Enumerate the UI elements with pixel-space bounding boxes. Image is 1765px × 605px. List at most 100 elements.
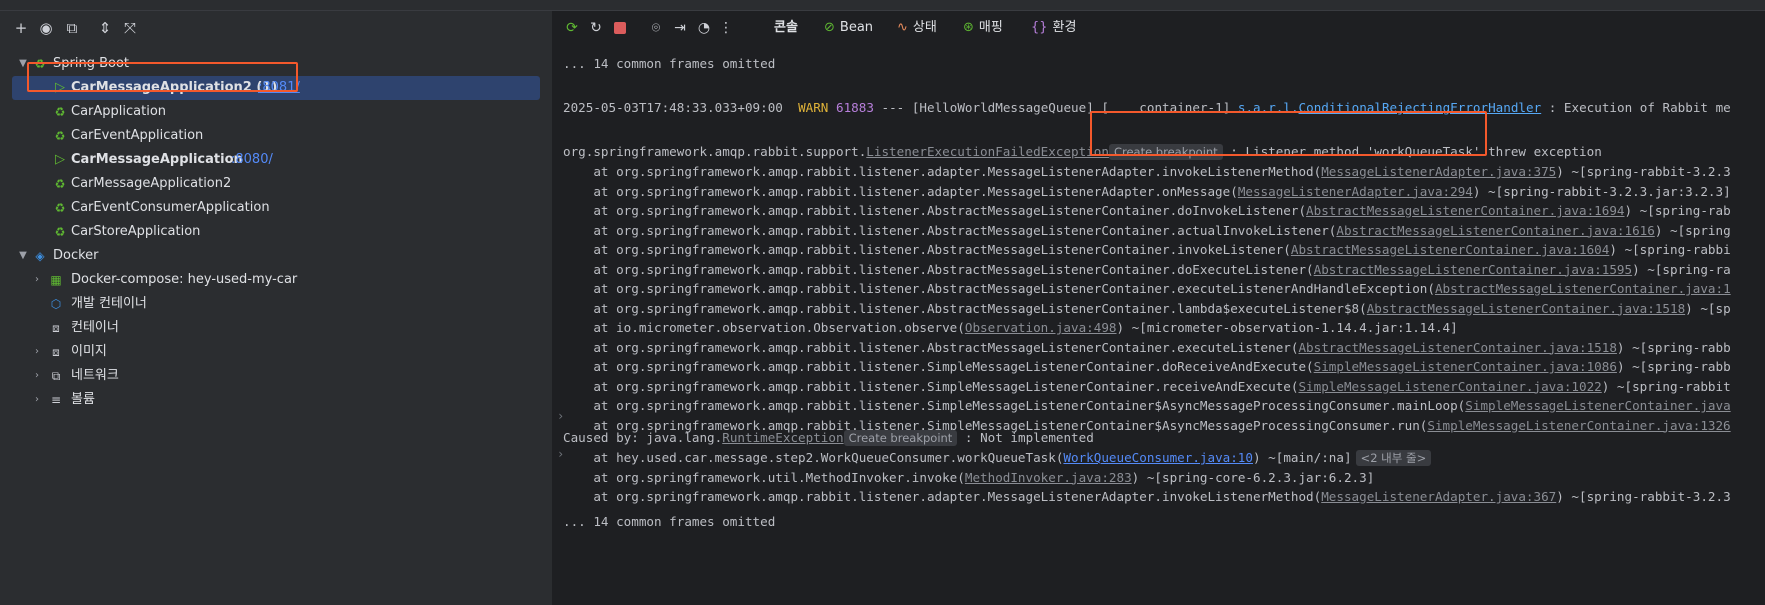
chevron-right-icon[interactable]: › [30,388,44,412]
stack-frame-method: at org.springframework.amqp.rabbit.liste… [563,261,1314,277]
source-file-link[interactable]: MessageListenerAdapter.java:294 [1238,184,1473,199]
chevron-right-icon[interactable]: › [30,268,44,292]
source-file-link[interactable]: SimpleMessageListenerContainer.java [1465,398,1730,413]
cube-icon: ⬡ [50,297,62,311]
stack-frame-method: at org.springframework.amqp.rabbit.liste… [563,378,1299,394]
tree-item-app-0[interactable]: ▷ CarMessageApplication2 (1) :8081/ [12,76,540,100]
tree-item-networks[interactable]: › ⧉ 네트워크 [12,364,540,388]
tree-item-app-4[interactable]: ♻ CarMessageApplication2 [12,172,540,196]
health-icon: ∿ [897,20,908,35]
source-file-link[interactable]: AbstractMessageListenerContainer.java:15… [1298,340,1616,355]
stack-frame-jar: ) ~[spring-rabbit [1601,378,1731,394]
spring-boot-icon: ♻ [34,57,46,71]
exception-message: : Listener method 'workQueueTask' threw … [1222,144,1602,159]
spring-app-icon: ♻ [54,105,66,119]
source-file-link[interactable]: SimpleMessageListenerContainer.java:1326 [1427,418,1730,433]
folded-lines-badge[interactable]: <2 내부 줄> [1355,450,1432,466]
source-file-link[interactable]: AbstractMessageListenerContainer.java:15… [1367,301,1685,316]
rerun-debug-icon[interactable]: ↻ [587,19,605,37]
stack-frame-method: at org.springframework.amqp.rabbit.liste… [563,359,1314,374]
source-file-link[interactable]: AbstractMessageListenerContainer.java:1 [1435,281,1731,296]
exception-package: org.springframework.amqp.rabbit.support. [563,144,867,159]
tree-item-docker-compose[interactable]: › ▦ Docker-compose: hey-used-my-car [12,268,540,292]
new-window-icon[interactable]: ⧉ [63,19,81,37]
tree-group-label: Docker [53,248,99,263]
fold-arrow-icon[interactable]: › [557,409,564,423]
expand-all-icon[interactable]: ⇕ [96,19,114,37]
source-file-link[interactable]: AbstractMessageListenerContainer.java:16… [1306,203,1624,218]
more-icon[interactable]: ⋮ [717,19,735,37]
chevron-right-icon[interactable]: › [30,340,44,364]
bean-icon: ⊘ [824,20,835,35]
tab-console[interactable]: 콘솔 [774,17,798,39]
stack-frame-method: at org.springframework.amqp.rabbit.liste… [563,164,1322,179]
exception-class-link[interactable]: ListenerExecutionFailedException [866,144,1109,159]
stack-frame-method: at org.springframework.amqp.rabbit.liste… [563,281,1435,296]
tree-item-app-2[interactable]: ♻ CarEventApplication [12,124,540,148]
tree-item-label: 개발 컨테이너 [71,296,147,311]
stack-frame-jar: ) ~[spring-ra [1632,261,1731,277]
add-icon[interactable]: + [12,19,30,37]
chevron-down-icon[interactable]: ▼ [16,52,30,76]
source-file-link[interactable]: SimpleMessageListenerContainer.java:1022 [1298,379,1601,394]
tab-environment[interactable]: {} 환경 [1031,17,1076,39]
app-port-link[interactable]: :8080/ [231,148,273,172]
caused-by-class-link[interactable]: RuntimeException [722,430,843,445]
docker-compose-icon: ▦ [50,273,62,287]
create-breakpoint-button[interactable]: Create breakpoint [843,430,958,446]
tree-item-images[interactable]: › ⧈ 이미지 [12,340,540,364]
source-file-link[interactable]: WorkQueueConsumer.java:10 [1063,450,1253,465]
create-breakpoint-button[interactable]: Create breakpoint [1108,144,1223,160]
tree-group-docker[interactable]: ▼ ◈ Docker [12,244,540,268]
gauge-icon[interactable]: ◔ [695,19,713,37]
collapse-all-icon[interactable]: ⤧ [121,19,139,37]
docker-icon: ◈ [35,249,45,263]
source-file-link[interactable]: AbstractMessageListenerContainer.java:16… [1336,223,1654,238]
stack-frame-jar: ) ~[spring-rabb [1616,359,1731,374]
source-file-link[interactable]: MethodInvoker.java:283 [965,470,1132,485]
source-file-link[interactable]: MessageListenerAdapter.java:375 [1321,164,1556,179]
camera-icon[interactable]: ⌾ [647,19,665,37]
tree-item-label: 이미지 [71,344,107,359]
tree-group-spring-boot[interactable]: ▼ ♻ Spring Boot [12,52,540,76]
log-line-caused-by: Caused by: java.lang.RuntimeException Cre… [563,427,1094,449]
stack-frame-jar: ) ~[spring-rabbit-3.2.3 [1556,489,1731,504]
app-port-link[interactable]: :8081/ [258,76,300,100]
omitted-frames-text: ... 14 common frames omitted [563,56,776,71]
tab-mapping[interactable]: ⊛ 매핑 [963,17,1003,39]
rerun-icon[interactable]: ⟳ [563,19,581,37]
exit-icon[interactable]: ⇥ [671,19,689,37]
tree-item-volumes[interactable]: › ≡ 볼륨 [12,388,540,412]
stop-icon[interactable] [611,19,629,37]
stack-frame-method: at org.springframework.amqp.rabbit.liste… [563,300,1367,316]
tab-label: 매핑 [978,20,1003,35]
source-file-link[interactable]: AbstractMessageListenerContainer.java:15… [1314,262,1632,277]
run-icon: ▷ [55,80,65,95]
stack-frame-jar: ) ~[micrometer-observation-1.14.4.jar:1.… [1116,320,1458,335]
source-file-link[interactable]: SimpleMessageListenerContainer.java:1086 [1314,359,1617,374]
logger-link[interactable]: ConditionalRejectingErrorHandler [1299,100,1542,115]
tree-item-app-5[interactable]: ♻ CarEventConsumerApplication [12,196,540,220]
stack-frame-method: at org.springframework.amqp.rabbit.liste… [563,339,1299,355]
tree-item-dev-containers[interactable]: ⬡ 개발 컨테이너 [12,292,540,316]
tab-health[interactable]: ∿ 상태 [897,17,937,39]
tree-item-app-6[interactable]: ♻ CarStoreApplication [12,220,540,244]
app-name: CarMessageApplication [71,152,243,167]
app-name: CarStoreApplication [71,224,201,239]
eye-icon[interactable]: ◉ [37,19,55,37]
database-icon: ≡ [50,393,62,407]
chevron-right-icon[interactable]: › [30,364,44,388]
source-file-link[interactable]: Observation.java:498 [965,320,1117,335]
tree-item-app-1[interactable]: ♻ CarApplication [12,100,540,124]
log-timestamp: 2025-05-03T17:48:33.033+09:00 [563,100,783,115]
tab-label: Bean [839,20,874,35]
tab-bean[interactable]: ⊘ Bean [824,17,873,39]
source-file-link[interactable]: MessageListenerAdapter.java:367 [1321,489,1556,504]
tree-item-containers[interactable]: ⧈ 컨테이너 [12,316,540,340]
spring-app-icon: ♻ [54,177,66,191]
chevron-down-icon[interactable]: ▼ [16,244,30,268]
tree-item-app-3[interactable]: ▷ CarMessageApplication :8080/ [12,148,540,172]
fold-arrow-icon[interactable]: › [557,447,564,461]
omitted-frames-text: ... 14 common frames omitted [563,514,776,529]
source-file-link[interactable]: AbstractMessageListenerContainer.java:16… [1291,242,1609,257]
